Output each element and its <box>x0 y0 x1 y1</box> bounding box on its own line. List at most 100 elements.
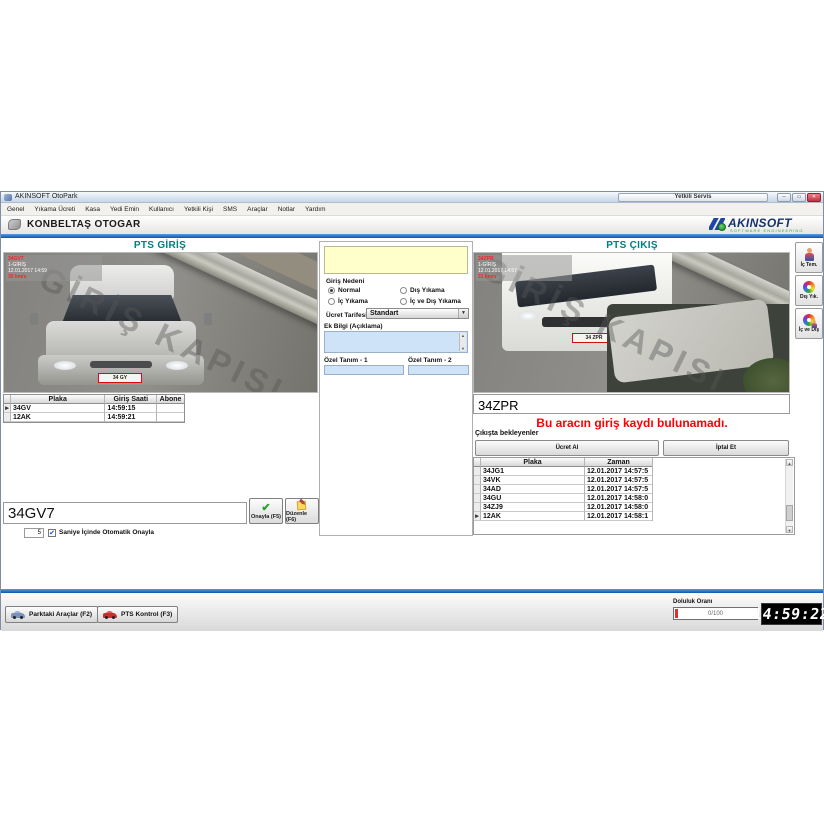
exit-camera-view: 34 ZPR GİRİŞ KAPISI 34ZPR 1-GİRİŞ 12.01.… <box>473 252 790 393</box>
col-plaka[interactable]: Plaka <box>11 395 105 404</box>
approve-label: Onayla (F5) <box>251 514 281 520</box>
menu-genel[interactable]: Genel <box>7 206 24 213</box>
ic-temizlik-button[interactable]: İç Tem. <box>795 242 823 273</box>
occupancy-value: 0/100 <box>708 611 723 617</box>
auto-seconds-input[interactable]: 5 <box>24 528 44 538</box>
menu-yardim[interactable]: Yardım <box>305 206 325 213</box>
overlay-speed: 31 km/s <box>478 274 570 280</box>
clock-value: 14:59:22 <box>752 605 824 623</box>
entry-table: Plaka Giriş Saati Abone ▸ 34GV 14:59:15 … <box>3 394 185 423</box>
exit-plate-input[interactable]: 34ZPR <box>473 394 790 414</box>
ic-ve-dis-button[interactable]: İç ve Dış <box>795 308 823 339</box>
entry-plate-input[interactable]: 34GV7 <box>3 502 247 524</box>
scroll-up-icon[interactable]: ▲ <box>786 459 793 466</box>
entry-form-panel: Giriş Nedeni Normal Dış Yıkama İç Yıkama… <box>319 241 473 536</box>
radio-ic-yikama[interactable]: İç Yıkama <box>328 298 368 305</box>
waiting-label: Çıkışta bekleyenler <box>475 430 538 437</box>
radio-normal[interactable]: Normal <box>328 287 360 294</box>
tariff-label: Ücret Tarifesi <box>326 312 367 319</box>
plate-entry-field[interactable] <box>324 246 468 274</box>
bottom-bar: Parktaki Araçlar (F2) PTS Kontrol (F3) D… <box>1 593 823 631</box>
radio-icon <box>328 287 335 294</box>
menu-kasa[interactable]: Kasa <box>85 206 100 213</box>
table-row[interactable]: 34AD 12.01.2017 14:57:5 <box>474 485 652 494</box>
custom1-label: Özel Tanım - 1 <box>324 357 368 364</box>
col-zaman[interactable]: Zaman <box>585 458 652 467</box>
logo-globe-icon <box>718 223 726 231</box>
tariff-value: Standart <box>370 310 398 317</box>
scroll-thumb[interactable] <box>786 505 793 521</box>
custom1-input[interactable] <box>324 365 404 375</box>
occupancy-field: 0/100 <box>673 607 758 620</box>
app-window: AKINSOFT OtoPark Yetkili Servis ─ ▭ ✕ Ge… <box>0 191 824 630</box>
table-row[interactable]: 34JG1 12.01.2017 14:57:5 <box>474 467 652 476</box>
station-title: KONBELTAŞ OTOGAR <box>27 219 141 230</box>
exit-table: Plaka Zaman 34JG1 12.01.2017 14:57:5 34V… <box>474 458 653 521</box>
menu-sms[interactable]: SMS <box>223 206 237 213</box>
menu-araclar[interactable]: Araçlar <box>247 206 268 213</box>
exit-table-header: Plaka Zaman <box>474 458 652 467</box>
authorized-service-button[interactable]: Yetkili Servis <box>618 193 768 202</box>
textarea-scrollbar[interactable]: ▲▼ <box>459 333 466 351</box>
scroll-down-icon[interactable]: ▼ <box>786 526 793 533</box>
custom2-input[interactable] <box>408 365 469 375</box>
table-row[interactable]: 12AK 14:59:21 <box>4 413 184 422</box>
pts-control-button[interactable]: PTS Kontrol (F3) <box>97 606 178 623</box>
entry-camera-overlay: 34GV7 1-GİRİŞ 12.01.2017 14:59 30 km/s <box>6 255 102 281</box>
entry-plate-badge: 34 GY <box>98 373 142 383</box>
charge-button[interactable]: Ücret Al <box>475 440 659 456</box>
col-plaka[interactable]: Plaka <box>481 458 585 467</box>
station-icon <box>8 219 21 230</box>
brand-subtitle: SOFTWARE ENGINEERING <box>730 228 804 233</box>
edit-note-icon: ✎ <box>297 500 307 510</box>
window-title: AKINSOFT OtoPark <box>15 193 78 200</box>
approve-button[interactable]: ✔ Onayla (F5) <box>249 498 283 524</box>
table-row[interactable]: ▸ 12AK 12.01.2017 14:58:1 <box>474 512 652 521</box>
radio-ic-ve-dis[interactable]: İç ve Dış Yıkama <box>400 298 461 305</box>
title-bar: AKINSOFT OtoPark Yetkili Servis ─ ▭ ✕ <box>1 192 823 203</box>
exit-camera-overlay: 34ZPR 1-GİRİŞ 12.01.2017 14:57 31 km/s <box>476 255 572 281</box>
pinwheel-person-icon <box>803 314 815 326</box>
car-icon <box>11 611 25 619</box>
edit-button[interactable]: ✎ Düzenle (F6) <box>285 498 319 524</box>
car-icon <box>103 611 117 619</box>
menu-yetkili-kisi[interactable]: Yetkili Kişi <box>184 206 213 213</box>
exit-table-scrollbar[interactable]: ▲ ▼ <box>785 459 793 533</box>
side-button-label: Dış Yık. <box>800 294 818 300</box>
auto-approve-checkbox[interactable]: ✔ <box>48 529 56 537</box>
menu-yikama-ucreti[interactable]: Yıkama Ücreti <box>34 206 75 213</box>
menu-kullanici[interactable]: Kullanıcı <box>149 206 174 213</box>
side-button-label: İç Tem. <box>801 262 818 268</box>
minimize-button[interactable]: ─ <box>777 193 791 202</box>
main-content: PTS GİRİŞ 34 GY GİRİŞ KAPISI 34GV7 1-GİR… <box>1 238 823 589</box>
auto-approve-label: Saniye İçinde Otomatik Onayla <box>59 529 154 536</box>
menu-notlar[interactable]: Notlar <box>278 206 295 213</box>
note-textarea[interactable]: ▲▼ <box>324 331 468 353</box>
radio-icon <box>400 287 407 294</box>
radio-icon <box>328 298 335 305</box>
entry-table-header: Plaka Giriş Saati Abone <box>4 395 184 404</box>
note-label: Ek Bilgi (Açıklama) <box>324 323 383 330</box>
menu-yedi-emin[interactable]: Yedi Emin <box>110 206 139 213</box>
entry-header: PTS GİRİŞ <box>1 240 319 251</box>
col-abone[interactable]: Abone <box>157 395 184 404</box>
exit-table-container: Plaka Zaman 34JG1 12.01.2017 14:57:5 34V… <box>473 457 795 535</box>
chevron-down-icon: ▼ <box>458 309 468 318</box>
cancel-exit-button[interactable]: İptal Et <box>663 440 789 456</box>
col-giris-saati[interactable]: Giriş Saati <box>105 395 157 404</box>
table-row[interactable]: 34VK 12.01.2017 14:57:5 <box>474 476 652 485</box>
parked-vehicles-button[interactable]: Parktaki Araçlar (F2) <box>5 606 98 623</box>
close-button[interactable]: ✕ <box>807 193 821 202</box>
akinsoft-logo: AKINSOFT SOFTWARE ENGINEERING <box>709 216 819 234</box>
table-row[interactable]: 34GU 12.01.2017 14:58:0 <box>474 494 652 503</box>
radio-dis-yikama[interactable]: Dış Yıkama <box>400 287 445 294</box>
edit-label: Düzenle (F6) <box>286 511 318 523</box>
menu-bar: Genel Yıkama Ücreti Kasa Yedi Emin Kulla… <box>1 203 823 216</box>
maximize-button[interactable]: ▭ <box>792 193 806 202</box>
entry-camera-view: 34 GY GİRİŞ KAPISI 34GV7 1-GİRİŞ 12.01.2… <box>3 252 318 393</box>
table-row[interactable]: 34ZJ9 12.01.2017 14:58:0 <box>474 503 652 512</box>
person-icon <box>804 248 814 261</box>
table-row[interactable]: ▸ 34GV 14:59:15 <box>4 404 184 413</box>
tariff-dropdown[interactable]: Standart ▼ <box>366 308 469 319</box>
dis-yikama-button[interactable]: Dış Yık. <box>795 275 823 306</box>
